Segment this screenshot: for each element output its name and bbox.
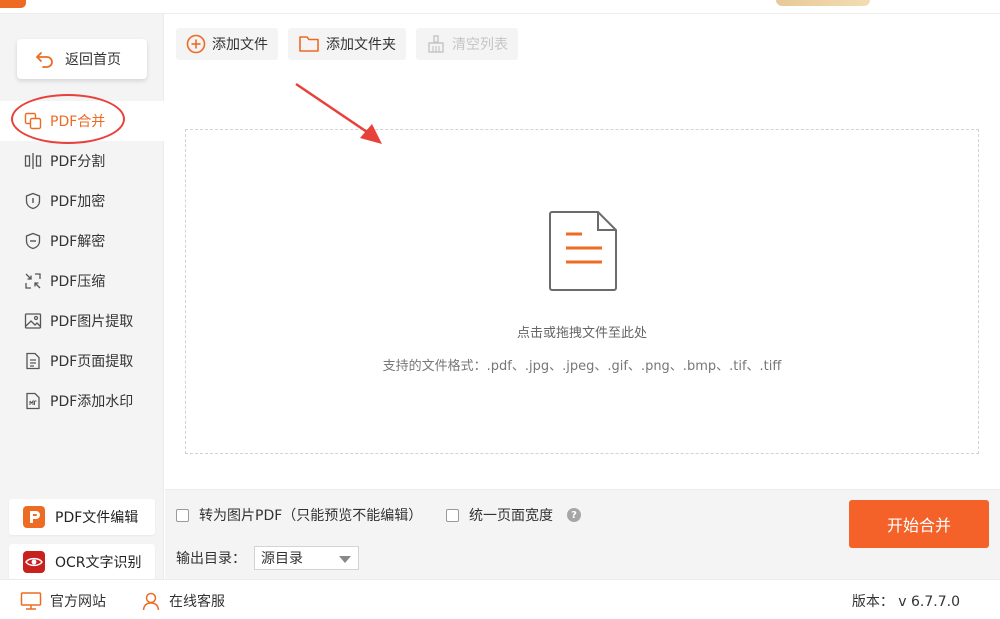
supported-formats-text: 支持的文件格式：.pdf、.jpg、.jpeg、.gif、.png、.bmp、.… bbox=[382, 359, 782, 374]
nav-label: PDF页面提取 bbox=[50, 354, 134, 370]
pdf-editor-logo-icon bbox=[23, 506, 45, 528]
monitor-icon bbox=[20, 592, 42, 610]
help-icon[interactable]: ? bbox=[567, 508, 581, 522]
compress-icon bbox=[25, 273, 41, 289]
nav-label: PDF压缩 bbox=[50, 274, 106, 290]
shield-minus-icon bbox=[25, 232, 41, 250]
uniform-width-option[interactable]: 统一页面宽度 ? bbox=[446, 505, 581, 525]
back-home-button[interactable]: 返回首页 bbox=[17, 39, 147, 79]
split-icon bbox=[24, 153, 42, 169]
uniform-width-checkbox[interactable] bbox=[446, 508, 459, 522]
clear-list-label: 清空列表 bbox=[452, 37, 508, 53]
to-image-pdf-checkbox[interactable] bbox=[176, 508, 189, 522]
options-panel: 转为图片PDF（只能预览不能编辑） 统一页面宽度 ? 输出目录： 源目录 开始合… bbox=[165, 489, 1000, 579]
output-dir-select[interactable]: 源目录 bbox=[254, 546, 359, 570]
nav-item-pdf-page-extract[interactable]: PDF页面提取 bbox=[0, 341, 164, 381]
watermark-icon bbox=[26, 392, 40, 410]
file-toolbar: 添加文件 添加文件夹 清空列表 bbox=[176, 28, 518, 60]
vip-badge[interactable] bbox=[776, 0, 870, 6]
nav-item-pdf-watermark[interactable]: PDF添加水印 bbox=[0, 381, 164, 421]
add-file-button[interactable]: 添加文件 bbox=[176, 28, 278, 60]
plus-circle-icon bbox=[186, 34, 206, 54]
nav-label: PDF合并 bbox=[50, 114, 106, 130]
add-folder-button[interactable]: 添加文件夹 bbox=[288, 28, 406, 60]
app-logo-icon bbox=[0, 0, 26, 8]
nav-label: PDF添加水印 bbox=[50, 394, 134, 410]
nav-label: PDF解密 bbox=[50, 234, 106, 250]
ocr-link[interactable]: OCR文字识别 bbox=[9, 544, 155, 580]
nav-label: PDF加密 bbox=[50, 194, 106, 210]
uniform-width-label: 统一页面宽度 bbox=[469, 508, 553, 524]
broom-icon bbox=[428, 35, 444, 53]
nav-item-pdf-merge[interactable]: PDF合并 bbox=[0, 101, 164, 141]
nav-label: PDF分割 bbox=[50, 154, 106, 170]
nav-item-pdf-split[interactable]: PDF分割 bbox=[0, 141, 164, 181]
add-folder-label: 添加文件夹 bbox=[326, 37, 396, 53]
page-icon bbox=[26, 352, 40, 370]
official-site-link[interactable]: 官方网站 bbox=[20, 591, 106, 611]
ocr-label: OCR文字识别 bbox=[55, 555, 142, 571]
sidebar: 返回首页 PDF合并 PDF分割 PDF加密 PDF解密 PDF压缩 PDF图片… bbox=[0, 14, 164, 580]
status-bar: 官方网站 在线客服 版本： v 6.7.7.0 bbox=[0, 579, 1000, 619]
nav-item-pdf-image-extract[interactable]: PDF图片提取 bbox=[0, 301, 164, 341]
output-dir-row: 输出目录： 源目录 bbox=[176, 546, 359, 570]
start-merge-button[interactable]: 开始合并 bbox=[849, 500, 989, 548]
back-home-label: 返回首页 bbox=[65, 52, 121, 68]
clear-list-button[interactable]: 清空列表 bbox=[416, 28, 518, 60]
online-service-link[interactable]: 在线客服 bbox=[141, 591, 225, 611]
ocr-eye-icon bbox=[23, 551, 45, 573]
nav-item-pdf-decrypt[interactable]: PDF解密 bbox=[0, 221, 164, 261]
to-image-pdf-label: 转为图片PDF（只能预览不能编辑） bbox=[199, 508, 423, 524]
image-icon bbox=[24, 313, 42, 329]
tool-nav: PDF合并 PDF分割 PDF加密 PDF解密 PDF压缩 PDF图片提取 PD… bbox=[0, 101, 164, 421]
folder-icon bbox=[299, 36, 319, 52]
output-dir-value: 源目录 bbox=[261, 551, 303, 567]
user-icon bbox=[142, 592, 160, 611]
document-icon bbox=[549, 211, 617, 291]
drop-hint-text: 点击或拖拽文件至此处 bbox=[516, 326, 647, 341]
online-service-label: 在线客服 bbox=[169, 594, 225, 610]
nav-label: PDF图片提取 bbox=[50, 314, 134, 330]
add-file-label: 添加文件 bbox=[212, 37, 268, 53]
back-arrow-icon bbox=[36, 52, 53, 68]
to-image-pdf-option[interactable]: 转为图片PDF（只能预览不能编辑） bbox=[176, 505, 422, 525]
nav-item-pdf-compress[interactable]: PDF压缩 bbox=[0, 261, 164, 301]
output-dir-label: 输出目录： bbox=[176, 551, 246, 567]
official-site-label: 官方网站 bbox=[50, 594, 106, 610]
chevron-down-icon bbox=[339, 556, 351, 563]
merge-icon bbox=[24, 112, 42, 130]
version-text: 版本： v 6.7.7.0 bbox=[851, 594, 960, 610]
file-drop-zone[interactable]: 点击或拖拽文件至此处 支持的文件格式：.pdf、.jpg、.jpeg、.gif、… bbox=[185, 129, 979, 454]
pdf-editor-link[interactable]: PDF文件编辑 bbox=[9, 499, 155, 535]
nav-item-pdf-encrypt[interactable]: PDF加密 bbox=[0, 181, 164, 221]
pdf-editor-label: PDF文件编辑 bbox=[55, 510, 139, 526]
shield-lock-icon bbox=[25, 192, 41, 210]
title-bar bbox=[0, 0, 1000, 14]
